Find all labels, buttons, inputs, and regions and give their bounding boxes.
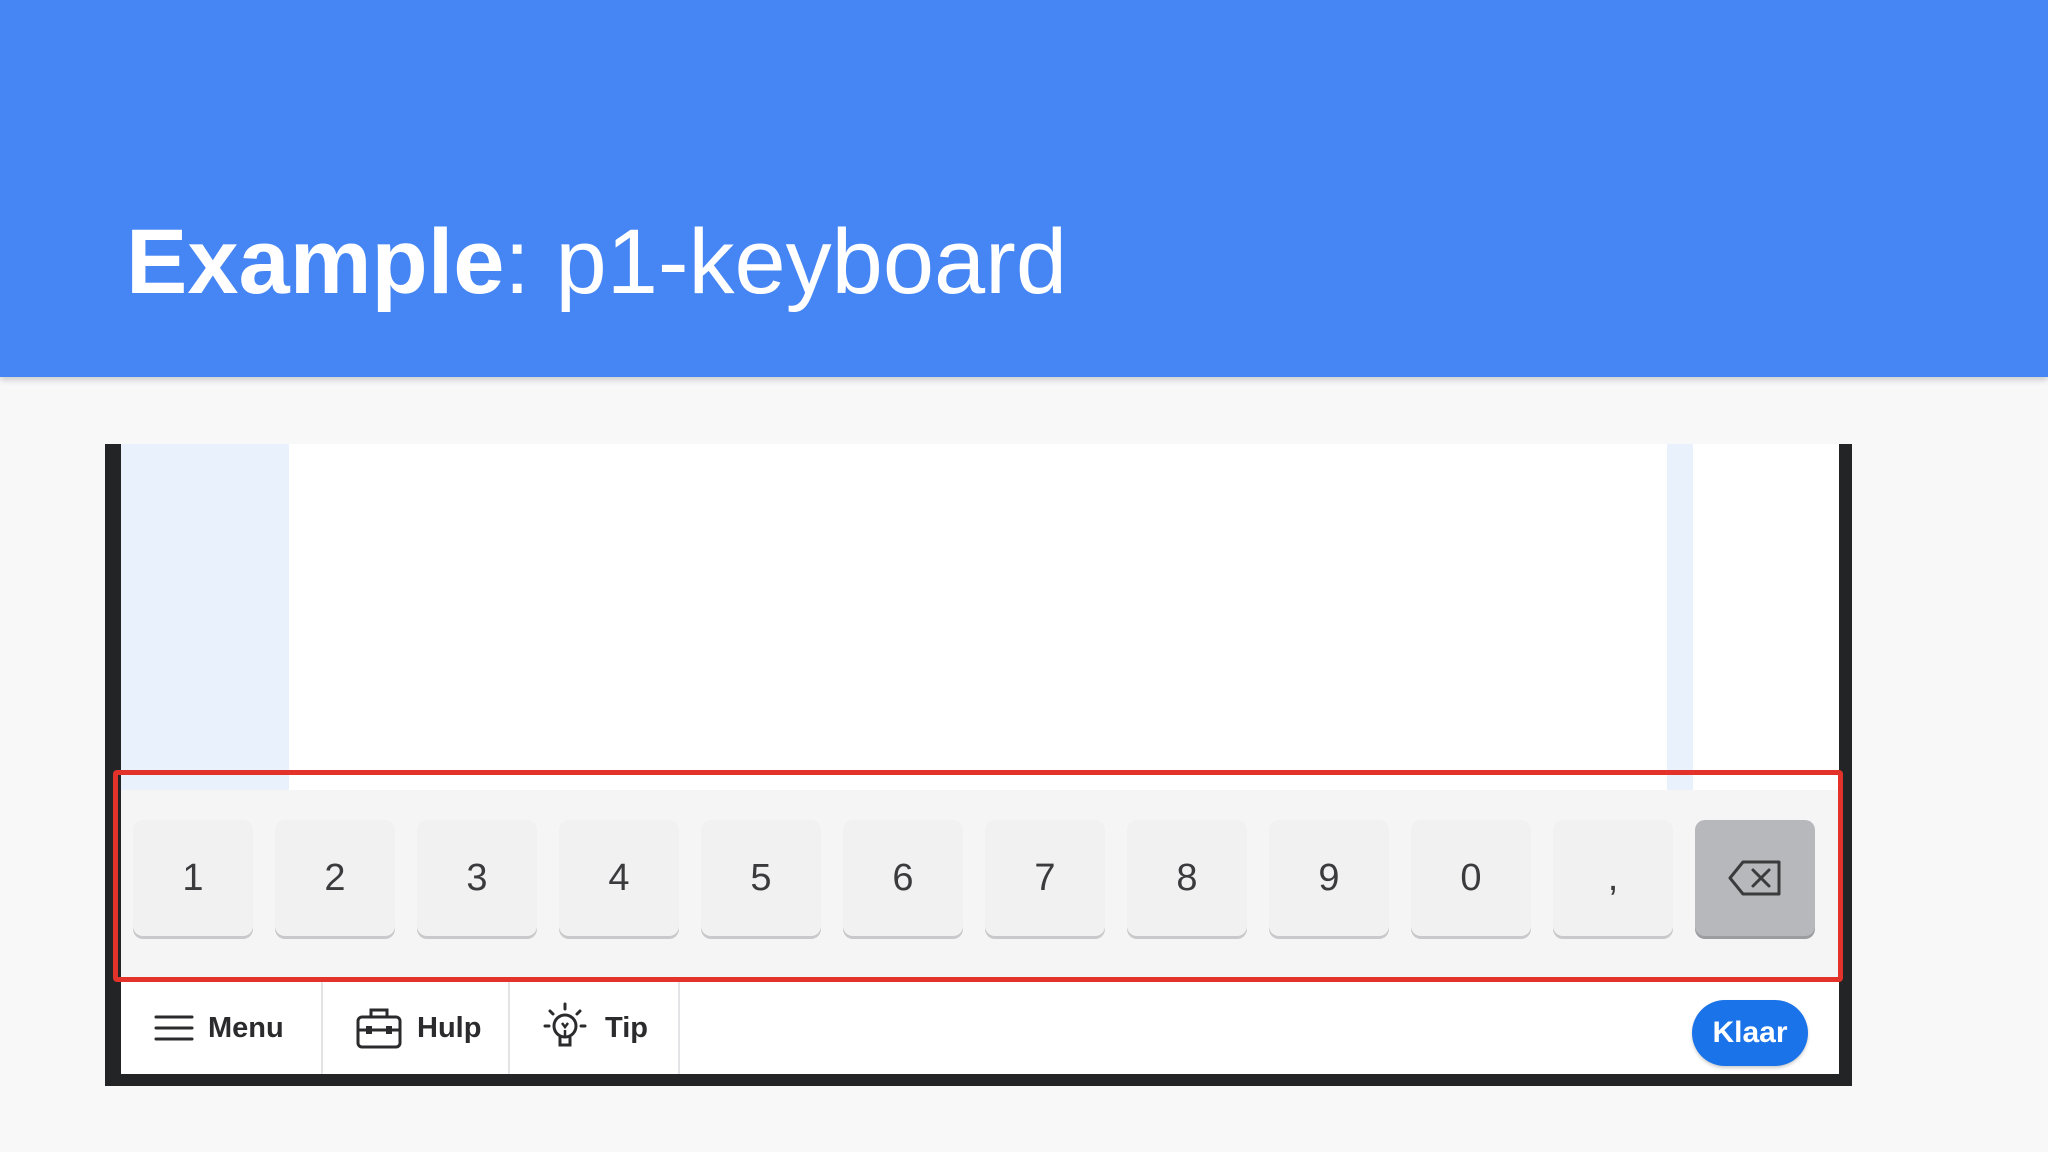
slide-header: Example: p1-keyboard [0,0,2048,377]
right-panel-strip [1667,444,1693,790]
menu-button[interactable]: Menu [154,982,284,1074]
left-panel [121,444,289,790]
slide-title: Example: p1-keyboard [126,212,1067,312]
key-0[interactable]: 0 [1411,820,1531,936]
key-9[interactable]: 9 [1269,820,1389,936]
slide-title-rest: : p1-keyboard [504,211,1067,313]
key-1[interactable]: 1 [133,820,253,936]
key-3[interactable]: 3 [417,820,537,936]
hamburger-menu-icon [154,1015,194,1041]
help-label: Hulp [417,1011,482,1044]
key-5[interactable]: 5 [701,820,821,936]
key-8[interactable]: 8 [1127,820,1247,936]
app-screen: 1 2 3 4 5 6 7 8 9 0 , Menu Hulp Tip Klaa… [121,444,1839,1074]
key-comma[interactable]: , [1553,820,1673,936]
key-6[interactable]: 6 [843,820,963,936]
toolbox-icon [356,1008,402,1049]
menu-label: Menu [208,1011,284,1044]
toolbar-divider [321,982,323,1074]
key-7[interactable]: 7 [985,820,1105,936]
backspace-key[interactable] [1695,820,1815,936]
backspace-icon [1728,860,1781,896]
done-button[interactable]: Klaar [1692,1000,1808,1066]
slide-title-bold: Example [126,211,505,313]
numeric-keyboard: 1 2 3 4 5 6 7 8 9 0 , [121,790,1839,980]
key-2[interactable]: 2 [275,820,395,936]
tip-label: Tip [605,1011,648,1044]
lightbulb-icon [543,1002,587,1047]
tip-button[interactable]: Tip [539,982,648,1074]
toolbar-divider [678,982,680,1074]
help-button[interactable]: Hulp [355,982,481,1074]
bottom-toolbar: Menu Hulp Tip Klaar [121,980,1839,1074]
key-4[interactable]: 4 [559,820,679,936]
toolbar-divider [508,982,510,1074]
device-screenshot: 1 2 3 4 5 6 7 8 9 0 , Menu Hulp Tip Klaa… [105,444,1852,1086]
